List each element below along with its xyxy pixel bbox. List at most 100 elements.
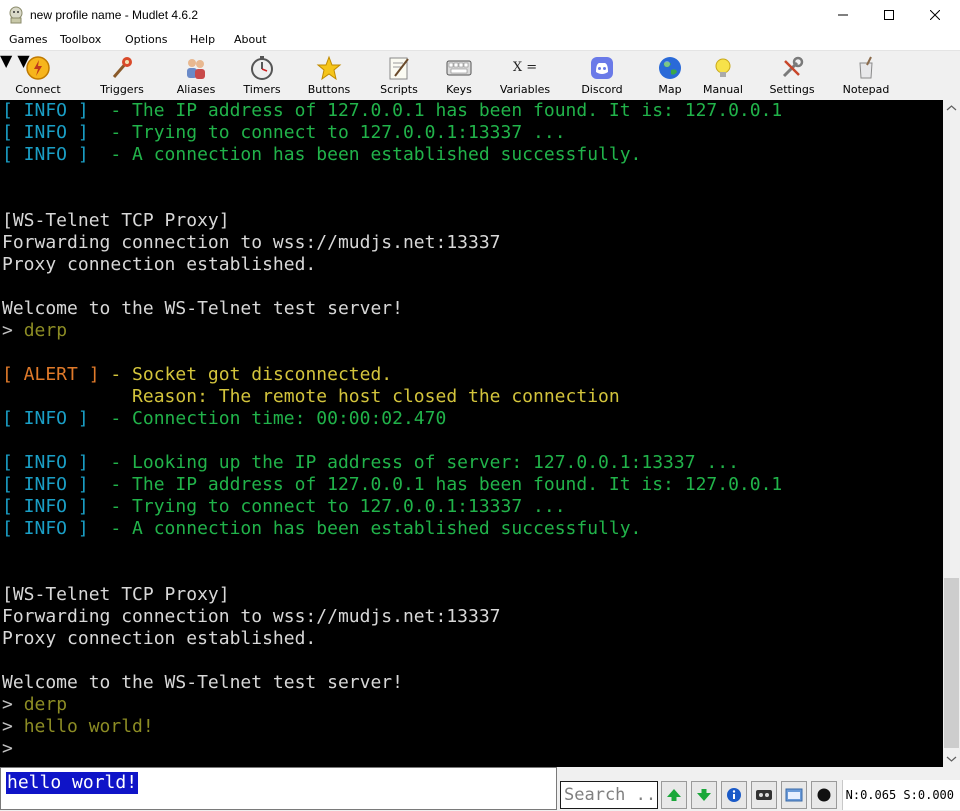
main-toolbar: Connect ▼ Triggers Aliases Timers Button…: [0, 51, 960, 100]
console-line: Proxy connection established.: [2, 254, 316, 276]
toolbar-variables-button[interactable]: X = Variables: [490, 53, 560, 99]
console-text: Welcome to the WS-Telnet test server!: [2, 672, 403, 693]
toolbar-settings-button[interactable]: Settings: [760, 53, 824, 99]
toolbar-scripts-button[interactable]: Scripts: [370, 53, 428, 99]
toolbar-label: Aliases: [176, 83, 216, 96]
toolbar-notepad-button[interactable]: Notepad: [838, 53, 894, 99]
menu-bar: Games Toolbox Options Help About: [0, 30, 960, 51]
toolbar-triggers-button[interactable]: Triggers: [90, 53, 154, 99]
menu-help[interactable]: Help: [190, 33, 215, 46]
toolbar-discord-button[interactable]: Discord: [574, 53, 630, 99]
console-text: derp: [23, 320, 68, 341]
toolbar-keys-button[interactable]: Keys: [440, 53, 478, 99]
replay-icon: [756, 790, 772, 800]
logging-button[interactable]: [781, 781, 807, 809]
scroll-up-icon[interactable]: [943, 100, 960, 117]
toolbar-buttons-button[interactable]: Buttons: [300, 53, 358, 99]
console-line: [WS-Telnet TCP Proxy]: [2, 210, 230, 232]
toolbar-label: Timers: [243, 83, 281, 96]
scroll-up-button[interactable]: [661, 781, 687, 809]
menu-options[interactable]: Options: [125, 33, 167, 46]
console-line: > derp: [2, 694, 67, 716]
notepad-icon: [859, 56, 873, 79]
command-line-input[interactable]: hello world!: [0, 767, 557, 810]
toolbar-aliases-button[interactable]: Aliases: [168, 53, 224, 99]
toolbar-map-button[interactable]: Map: [654, 53, 686, 99]
maximize-button[interactable]: [866, 0, 912, 30]
command-line-text[interactable]: hello world!: [6, 772, 139, 794]
console-text: Welcome to the WS-Telnet test server!: [2, 298, 403, 319]
aliases-icon: [187, 59, 205, 79]
console-text: [ INFO ]: [2, 408, 89, 429]
discord-icon: [591, 57, 613, 79]
scroll-down-button[interactable]: [691, 781, 717, 809]
toolbar-label: Discord: [581, 83, 623, 96]
console-line: [ INFO ] - Trying to connect to 127.0.0.…: [2, 496, 566, 518]
console-line: >: [2, 738, 13, 760]
console-text: - Connection time: 00:00:02.470: [88, 408, 447, 429]
console-line: Proxy connection established.: [2, 628, 316, 650]
console-text: >: [2, 694, 24, 715]
console-text: [ INFO ]: [2, 496, 89, 517]
keys-icon: [446, 60, 472, 76]
console-line: [ INFO ] - Looking up the IP address of …: [2, 452, 739, 474]
console-line: [ INFO ] - The IP address of 127.0.0.1 h…: [2, 100, 782, 122]
arrow-down-icon: [697, 789, 711, 801]
console-text: [WS-Telnet TCP Proxy]: [2, 584, 230, 605]
console-text: [ INFO ]: [2, 100, 89, 121]
toolbar-connect-button[interactable]: Connect: [10, 53, 66, 99]
arrow-up-icon: [667, 789, 681, 801]
console-text: [ ALERT ]: [2, 364, 100, 385]
logging-icon: [785, 788, 803, 802]
minimize-icon: [838, 14, 848, 16]
scrollbar-thumb[interactable]: [944, 578, 959, 748]
mudlet-window: new profile name - Mudlet 4.6.2 Games To…: [0, 0, 960, 811]
console-line: Reason: The remote host closed the conne…: [2, 386, 620, 408]
minimize-button[interactable]: [820, 0, 866, 30]
console-line: Welcome to the WS-Telnet test server!: [2, 672, 403, 694]
console-text: [ INFO ]: [2, 474, 89, 495]
console-text: [WS-Telnet TCP Proxy]: [2, 210, 230, 231]
console-text: - A connection has been established succ…: [88, 144, 642, 165]
record-button[interactable]: [811, 781, 837, 809]
console-line: [ INFO ] - A connection has been establi…: [2, 144, 641, 166]
console-text: [ INFO ]: [2, 144, 89, 165]
settings-icon: [782, 56, 804, 78]
replay-button[interactable]: [751, 781, 777, 809]
timestamps-button[interactable]: [721, 781, 747, 809]
manual-icon: [715, 58, 731, 77]
menu-toolbox[interactable]: Toolbox: [60, 33, 101, 46]
menu-about[interactable]: About: [234, 33, 267, 46]
console-line: [ INFO ] - A connection has been establi…: [2, 518, 641, 540]
console-scrollbar[interactable]: [943, 100, 960, 767]
close-button[interactable]: [912, 0, 958, 30]
console-line: [ ALERT ] - Socket got disconnected.: [2, 364, 392, 386]
close-icon: [930, 10, 940, 20]
timers-icon: [251, 56, 273, 80]
console-text: [ INFO ]: [2, 518, 89, 539]
console-text: [ INFO ]: [2, 452, 89, 473]
scroll-down-icon[interactable]: [943, 750, 960, 767]
toolbar-timers-button[interactable]: Timers: [236, 53, 288, 99]
menu-games[interactable]: Games: [9, 33, 47, 46]
toolbar-label: Manual: [703, 83, 743, 96]
toolbar-label: Connect: [15, 83, 61, 96]
title-bar: new profile name - Mudlet 4.6.2: [0, 0, 960, 30]
console-line: [ INFO ] - Connection time: 00:00:02.470: [2, 408, 446, 430]
console-text: Forwarding connection to wss://mudjs.net…: [2, 232, 501, 253]
buttons-icon: [316, 55, 342, 81]
toolbar-label: Settings: [769, 83, 815, 96]
connect-icon: [26, 56, 50, 80]
console-text: >: [2, 716, 24, 737]
toolbar-label: Triggers: [100, 83, 144, 96]
console-text: - The IP address of 127.0.0.1 has been f…: [88, 100, 783, 121]
console-text: >: [2, 320, 24, 341]
map-icon: [659, 57, 681, 79]
main-console[interactable]: [ INFO ] - The IP address of 127.0.0.1 h…: [0, 100, 943, 767]
toolbar-label: Buttons: [307, 83, 351, 96]
console-text: - Looking up the IP address of server: 1…: [88, 452, 739, 473]
console-line: [WS-Telnet TCP Proxy]: [2, 584, 230, 606]
toolbar-manual-button[interactable]: Manual: [698, 53, 748, 99]
search-input[interactable]: Search ...: [560, 781, 658, 809]
console-text: >: [2, 738, 13, 759]
